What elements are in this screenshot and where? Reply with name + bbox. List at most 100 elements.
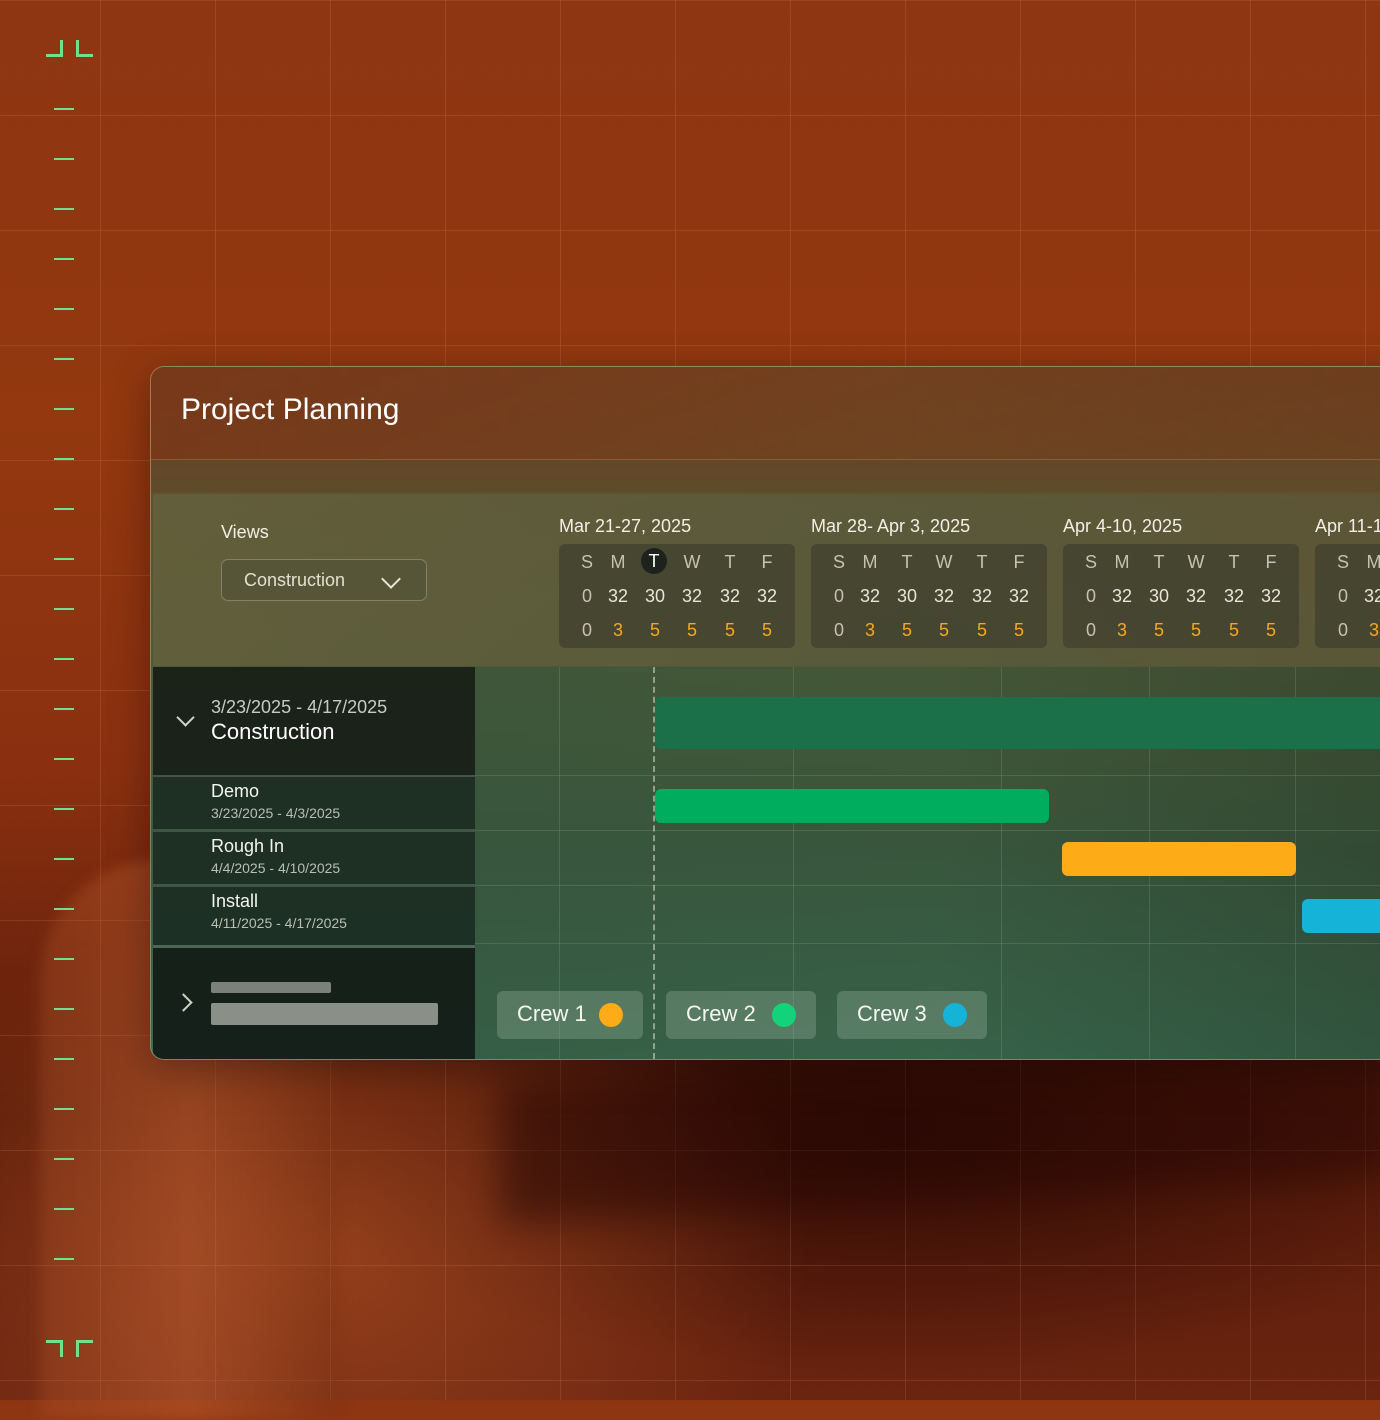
ruler-tick [54, 1258, 74, 1260]
crew-count: 5 [1190, 620, 1201, 640]
crew-count: 5 [976, 620, 987, 640]
task-row-rough-in[interactable]: Rough In 4/4/2025 - 4/10/2025 [153, 830, 475, 884]
ruler-tick [54, 458, 74, 460]
crew-count: 5 [1265, 620, 1276, 640]
loading-placeholder [211, 1003, 438, 1025]
ruler-tick [54, 1158, 74, 1160]
group-bar-construction[interactable] [655, 697, 1380, 749]
ruler-tick [54, 158, 74, 160]
group-row-construction[interactable]: 3/23/2025 - 4/17/2025 Construction [153, 667, 475, 775]
crew-count: 5 [686, 620, 697, 640]
crew-label: Crew 1 [517, 1001, 587, 1026]
ruler-tick [54, 408, 74, 410]
ruler-tick [54, 658, 74, 660]
crew-count: 3 [1116, 620, 1127, 640]
crew-count: 0 [581, 620, 592, 640]
ruler-tick [54, 1208, 74, 1210]
ruler-tick [54, 258, 74, 260]
day-label: F [1013, 552, 1025, 572]
week-label: Mar 21-27, 2025 [559, 516, 692, 536]
hours-value: 0 [581, 586, 592, 606]
ruler-tick [54, 508, 74, 510]
hours-value: 32 [859, 586, 881, 606]
day-label: W [683, 552, 701, 572]
grid-line [475, 775, 1380, 776]
task-bar-install[interactable] [1302, 899, 1380, 933]
week-summary-box: S M T W T F 0 32 30 32 32 32 0 3 5 5 5 5 [1063, 544, 1299, 648]
task-bar-rough-in[interactable] [1062, 842, 1296, 876]
day-label: S [580, 552, 593, 572]
crew-count: 5 [1153, 620, 1164, 640]
group-dates: 3/23/2025 - 4/17/2025 [211, 697, 388, 717]
views-dropdown[interactable]: Construction [221, 559, 427, 601]
loading-placeholder [211, 982, 331, 993]
task-bar-demo[interactable] [655, 789, 1049, 823]
views-dropdown-value: Construction [244, 570, 346, 590]
crew-count: 5 [938, 620, 949, 640]
crew-label: Crew 2 [686, 1001, 756, 1026]
task-dates: 4/4/2025 - 4/10/2025 [211, 860, 341, 876]
chevron-down-icon[interactable] [176, 708, 195, 727]
ruler-tick [54, 308, 74, 310]
ruler-tick [54, 908, 74, 910]
hours-value: 0 [1085, 586, 1096, 606]
day-label: S [832, 552, 845, 572]
task-list: 3/23/2025 - 4/17/2025 Construction Demo … [153, 667, 475, 1059]
crew-count: 5 [1013, 620, 1024, 640]
task-row-demo[interactable]: Demo 3/23/2025 - 4/3/2025 [153, 775, 475, 829]
hours-value: 32 [971, 586, 993, 606]
hours-value: 32 [1111, 586, 1133, 606]
day-label: M [1366, 552, 1380, 572]
hours-value: 32 [1363, 586, 1380, 606]
ruler-tick [54, 1058, 74, 1060]
task-name: Demo [211, 781, 260, 801]
crew-color-dot [599, 1003, 623, 1027]
day-label: M [610, 552, 626, 572]
group-row-collapsed[interactable] [153, 945, 475, 1059]
day-label: T [1153, 552, 1165, 572]
day-label: F [1265, 552, 1277, 572]
ruler-tick [54, 208, 74, 210]
crew-count: 5 [1228, 620, 1239, 640]
crew-2-chip[interactable]: Crew 2 [666, 991, 816, 1039]
crew-count: 5 [901, 620, 912, 640]
hours-value: 32 [1260, 586, 1282, 606]
grid-line [475, 830, 1380, 831]
crew-color-dot [943, 1003, 967, 1027]
ruler-tick [54, 108, 74, 110]
ruler-corner-top-right [76, 40, 93, 57]
timeline-toolbar: Views Construction Mar 21-27, 2025 S M T… [153, 494, 1380, 666]
hours-value: 32 [1223, 586, 1245, 606]
crew-count: 0 [1337, 620, 1348, 640]
hours-value: 32 [933, 586, 955, 606]
crew-count: 5 [649, 620, 660, 640]
grid-line [475, 885, 1380, 886]
task-row-install[interactable]: Install 4/11/2025 - 4/17/2025 [153, 885, 475, 945]
week-label: Apr 11-1 [1315, 516, 1380, 536]
crew-1-chip[interactable]: Crew 1 [497, 991, 643, 1039]
ruler-corner-bottom-left [46, 1340, 63, 1357]
day-label: S [1084, 552, 1097, 572]
day-label-today[interactable]: T [641, 548, 667, 574]
ruler-tick [54, 958, 74, 960]
crew-count: 3 [864, 620, 875, 640]
hours-value: 0 [1337, 586, 1348, 606]
day-label: M [862, 552, 878, 572]
crew-count: 3 [612, 620, 623, 640]
task-name: Rough In [211, 836, 285, 856]
crew-3-chip[interactable]: Crew 3 [837, 991, 987, 1039]
grid-line [475, 943, 1380, 944]
crew-count: 0 [1085, 620, 1096, 640]
hours-value: 32 [719, 586, 741, 606]
group-name: Construction [211, 719, 335, 744]
day-label: T [976, 552, 988, 572]
panel-header: Project Planning [151, 367, 1380, 460]
crew-label: Crew 3 [857, 1001, 927, 1026]
day-label: T [901, 552, 913, 572]
crew-count: 3 [1368, 620, 1379, 640]
chevron-right-icon[interactable] [174, 993, 193, 1012]
week-column: Mar 21-27, 2025 S M T W T F 0 32 30 32 3… [559, 516, 799, 648]
ruler-tick [54, 708, 74, 710]
day-label: T [1228, 552, 1240, 572]
ruler-tick [54, 358, 74, 360]
